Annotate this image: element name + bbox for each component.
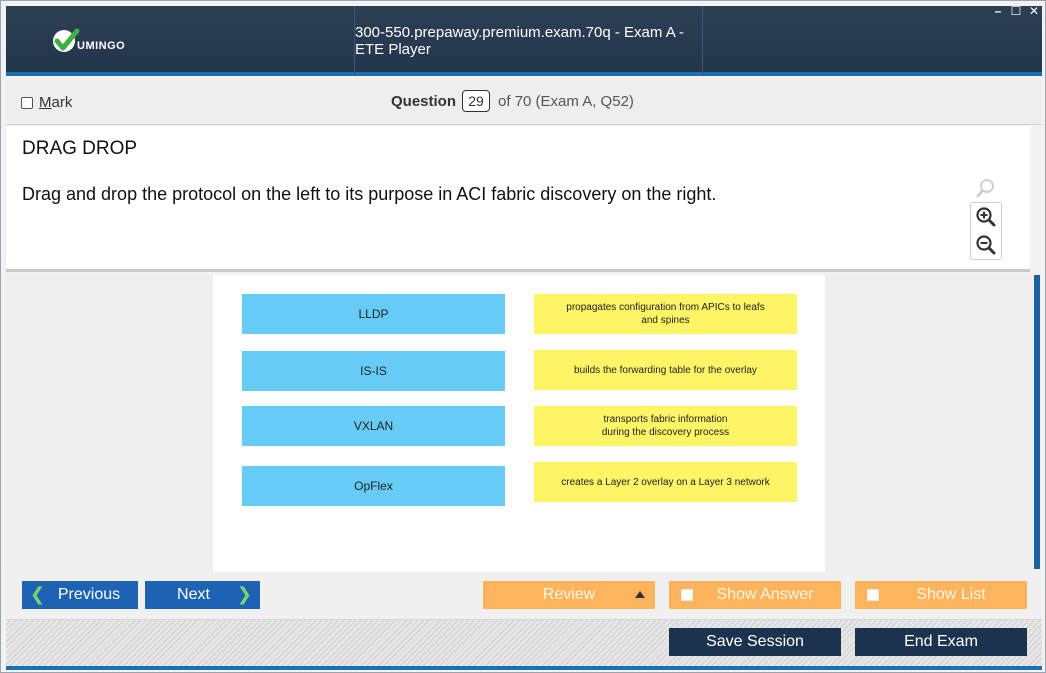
window-controls: – ☐ ✕: [991, 4, 1041, 18]
show-answer-checkbox[interactable]: [681, 589, 693, 601]
drag-item-lldp[interactable]: LLDP: [242, 294, 505, 334]
window-title: 300-550.prepaway.premium.exam.70q - Exam…: [355, 24, 685, 58]
triangle-up-icon: [635, 591, 645, 598]
previous-button[interactable]: ❮ Previous: [22, 581, 138, 609]
question-navigator: Question 29 of 70 (Exam A, Q52): [391, 90, 634, 112]
logo-text: UMINGO: [77, 40, 126, 52]
question-bar: Mark Question 29 of 70 (Exam A, Q52): [6, 80, 1042, 125]
mark-checkbox[interactable]: Mark: [21, 94, 72, 111]
navigation-bar: ❮ Previous Next ❯ Review Show Answer Sho…: [6, 572, 1042, 619]
title-bar: UMINGO 300-550.prepaway.premium.exam.70q…: [6, 6, 1042, 76]
zoom-out-icon[interactable]: [971, 231, 1001, 259]
review-button[interactable]: Review: [483, 581, 655, 609]
next-label: Next: [177, 586, 210, 603]
end-exam-button[interactable]: End Exam: [855, 628, 1027, 656]
maximize-icon[interactable]: ☐: [1009, 4, 1023, 18]
minimize-icon[interactable]: –: [991, 4, 1005, 18]
mark-label: Mark: [39, 94, 73, 111]
question-total: of 70 (Exam A, Q52): [498, 92, 634, 110]
question-text: Drag and drop the protocol on the left t…: [22, 184, 717, 204]
show-list-label: Show List: [916, 586, 986, 603]
show-answer-button[interactable]: Show Answer: [669, 581, 841, 609]
drag-drop-exhibit: LLDP IS-IS VXLAN OpFlex propagates confi…: [213, 275, 825, 572]
drop-target-2[interactable]: builds the forwarding table for the over…: [534, 350, 797, 390]
title-separator: [702, 6, 703, 76]
zoom-tools: [970, 174, 1002, 260]
vumingo-logo: UMINGO: [51, 26, 125, 56]
question-type: DRAG DROP: [22, 138, 138, 159]
bottom-accent-line: [6, 666, 1042, 670]
save-session-button[interactable]: Save Session: [669, 628, 841, 656]
drag-item-isis[interactable]: IS-IS: [242, 351, 505, 391]
show-list-button[interactable]: Show List: [855, 581, 1027, 609]
close-icon[interactable]: ✕: [1027, 4, 1041, 18]
question-label: Question: [391, 92, 457, 110]
app-window: UMINGO 300-550.prepaway.premium.exam.70q…: [0, 0, 1046, 673]
drag-item-vxlan[interactable]: VXLAN: [242, 406, 505, 446]
chevron-right-icon: ❯: [236, 584, 252, 604]
show-list-checkbox[interactable]: [867, 589, 879, 601]
drop-target-4[interactable]: creates a Layer 2 overlay on a Layer 3 n…: [534, 462, 797, 502]
review-label: Review: [542, 586, 596, 603]
question-panel: DRAG DROP Drag and drop the protocol on …: [6, 126, 1030, 272]
zoom-in-icon[interactable]: [971, 203, 1001, 231]
chevron-left-icon: ❮: [30, 584, 46, 604]
bottom-bar: Save Session End Exam: [6, 619, 1042, 666]
drag-item-opflex[interactable]: OpFlex: [242, 466, 505, 506]
drop-target-3[interactable]: transports fabric information during the…: [534, 406, 797, 446]
show-answer-label: Show Answer: [716, 586, 814, 603]
drop-target-1[interactable]: propagates configuration from APICs to l…: [534, 294, 797, 334]
scrollbar[interactable]: [1034, 275, 1040, 569]
question-number-input[interactable]: 29: [462, 90, 491, 112]
next-button[interactable]: Next ❯: [145, 581, 260, 609]
magnifier-icon[interactable]: [971, 174, 1001, 202]
previous-label: Previous: [57, 586, 121, 603]
mark-checkbox-box[interactable]: [21, 96, 33, 109]
